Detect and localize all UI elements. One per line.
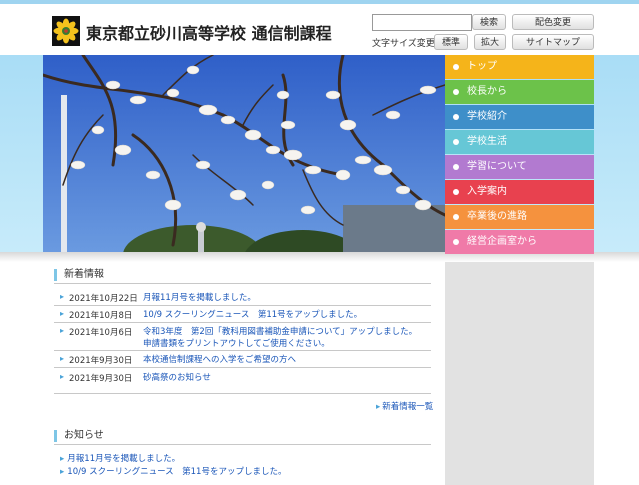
heading-bar-icon (54, 430, 57, 442)
arrow-bullet-icon: ▸ (60, 467, 65, 477)
nav-item-learning[interactable]: 学習について (445, 155, 594, 179)
bullet-dot-icon (453, 64, 459, 70)
bullet-dot-icon (453, 139, 459, 145)
news-heading: 新着情報 (54, 266, 431, 284)
global-nav: トップ 校長から 学校紹介 学校生活 学習について 入学案内 卒業後の進路 経営… (445, 55, 594, 255)
bullet-dot-icon (453, 214, 459, 220)
news-title-link[interactable]: 令和3年度 第2回「教科用図書補助金申請について」アップしました。申請書類をプリ… (143, 326, 419, 350)
news-title-link[interactable]: 砂高祭のお知らせ (143, 372, 419, 384)
school-crest-icon[interactable] (52, 16, 80, 46)
sitemap-button[interactable]: サイトマップ (512, 34, 594, 50)
divider (54, 305, 431, 306)
nav-item-label: 卒業後の進路 (467, 211, 527, 222)
divider (54, 350, 431, 351)
news-heading-label: 新着情報 (64, 269, 104, 280)
nav-item-label: トップ (467, 61, 497, 72)
font-size-large-button[interactable]: 拡大 (474, 34, 506, 50)
arrow-bullet-icon: ▸ (60, 454, 65, 464)
color-change-button[interactable]: 配色変更 (512, 14, 594, 30)
arrow-bullet-icon: ▸ (60, 309, 65, 318)
site-header: 東京都立砂川高等学校 通信制課程 検索 配色変更 文字サイズ変更 標準 拡大 サ… (0, 4, 639, 52)
news-title-link[interactable]: 月報11月号を掲載しました。 (143, 292, 419, 304)
notice-item-link[interactable]: ▸ 月報11月号を掲載しました。 (60, 452, 180, 464)
arrow-bullet-icon: ▸ (60, 354, 65, 363)
arrow-bullet-icon: ▸ (60, 292, 65, 301)
divider (54, 322, 431, 323)
notice-title: 月報11月号を掲載しました。 (67, 454, 181, 464)
search-input[interactable] (372, 14, 472, 31)
notice-item-link[interactable]: ▸ 10/9 スクーリングニュース 第11号をアップしました。 (60, 465, 286, 477)
notices-heading-label: お知らせ (64, 430, 104, 441)
arrow-bullet-icon: ▸ (376, 402, 381, 412)
arrow-bullet-icon: ▸ (60, 326, 65, 335)
arrow-bullet-icon: ▸ (60, 372, 65, 381)
news-date: 2021年10月22日 (69, 294, 138, 304)
bullet-dot-icon (453, 89, 459, 95)
news-date: 2021年9月30日 (69, 356, 133, 366)
news-title-link[interactable]: 10/9 スクーリングニュース 第11号をアップしました。 (143, 309, 419, 321)
divider (54, 393, 431, 394)
news-more-link[interactable]: ▸ 新着情報一覧 (376, 400, 433, 412)
heading-bar-icon (54, 269, 57, 281)
nav-item-career[interactable]: 卒業後の進路 (445, 205, 594, 229)
nav-item-admin-office[interactable]: 経営企画室から (445, 230, 594, 254)
site-title[interactable]: 東京都立砂川高等学校 通信制課程 (86, 20, 332, 44)
nav-item-admission[interactable]: 入学案内 (445, 180, 594, 204)
news-title-link[interactable]: 本校通信制課程への入学をご希望の方へ (143, 354, 419, 366)
nav-item-school-life[interactable]: 学校生活 (445, 130, 594, 154)
search-button[interactable]: 検索 (472, 14, 506, 30)
bullet-dot-icon (453, 164, 459, 170)
nav-item-label: 校長から (467, 86, 507, 97)
font-size-standard-button[interactable]: 標準 (434, 34, 468, 50)
nav-item-label: 学校紹介 (467, 111, 507, 122)
font-size-label: 文字サイズ変更 (372, 39, 435, 49)
nav-item-principal[interactable]: 校長から (445, 80, 594, 104)
news-date: 2021年9月30日 (69, 374, 133, 384)
nav-item-school-intro[interactable]: 学校紹介 (445, 105, 594, 129)
nav-item-top[interactable]: トップ (445, 55, 594, 79)
nav-item-label: 学習について (467, 161, 527, 172)
right-sidebar (445, 262, 594, 485)
nav-item-label: 学校生活 (467, 136, 507, 147)
bullet-dot-icon (453, 189, 459, 195)
hero-photo-magnolia (43, 55, 445, 252)
news-date: 2021年10月6日 (69, 328, 133, 338)
news-more-label: 新着情報一覧 (382, 402, 434, 412)
notice-title: 10/9 スクーリングニュース 第11号をアップしました。 (67, 467, 287, 477)
notices-heading: お知らせ (54, 427, 431, 445)
bullet-dot-icon (453, 239, 459, 245)
news-date: 2021年10月8日 (69, 311, 133, 321)
nav-item-label: 入学案内 (467, 186, 507, 197)
bullet-dot-icon (453, 114, 459, 120)
divider (54, 367, 431, 368)
nav-item-label: 経営企画室から (467, 236, 537, 247)
